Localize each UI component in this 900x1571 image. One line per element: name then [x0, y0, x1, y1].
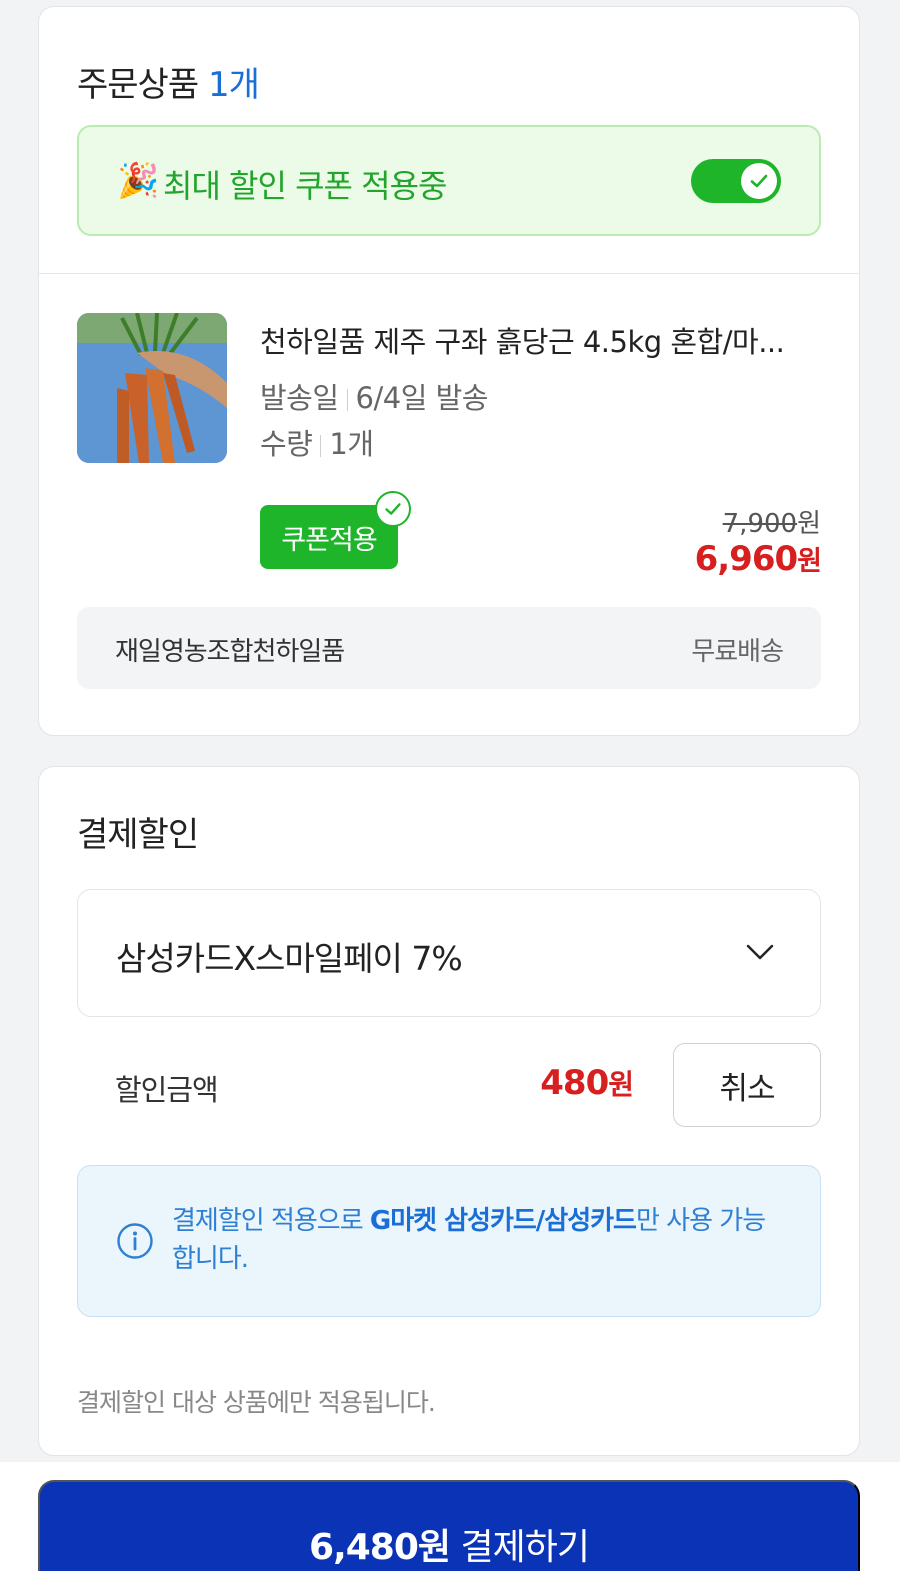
checkout-bar: 6,480원 결제하기	[0, 1462, 900, 1571]
card-restriction-notice: 결제할인 적용으로 G마켓 삼성카드/삼성카드만 사용 가능합니다.	[77, 1165, 821, 1317]
toggle-knob	[741, 163, 777, 199]
section-divider	[39, 273, 859, 274]
discount-footnote: 결제할인 대상 상품에만 적용됩니다.	[77, 1388, 436, 1417]
ship-date-row: 발송일 6/4일 발송	[260, 375, 488, 417]
discount-amount-row: 할인금액 480원 취소	[77, 1043, 821, 1127]
card-discount-select[interactable]: 삼성카드X스마일페이 7%	[77, 889, 821, 1017]
check-icon	[375, 491, 411, 527]
pay-button[interactable]: 6,480원 결제하기	[38, 1480, 860, 1571]
cancel-discount-button[interactable]: 취소	[673, 1043, 821, 1127]
notice-text-prefix: 결제할인 적용으로	[172, 1206, 370, 1236]
ship-date-label: 발송일	[260, 381, 339, 415]
party-popper-icon: 🎉	[117, 161, 160, 201]
original-price-value: 7,900	[722, 509, 798, 539]
quantity-value: 1개	[329, 427, 374, 461]
pay-amount: 6,480원	[309, 1527, 451, 1568]
discount-amount-unit: 원	[608, 1068, 634, 1101]
check-icon	[750, 174, 768, 188]
notice-text: 결제할인 적용으로 G마켓 삼성카드/삼성카드만 사용 가능합니다.	[172, 1202, 782, 1278]
order-section-title: 주문상품 1개	[77, 57, 260, 106]
shipping-fee: 무료배송	[691, 637, 784, 667]
product-name[interactable]: 천하일품 제주 구좌 흙당근 4.5kg 혼합/마...	[260, 319, 820, 361]
coupon-banner-text: 최대 할인 쿠폰 적용중	[163, 167, 447, 205]
payment-section-title: 결제할인	[77, 815, 199, 855]
max-coupon-banner: 🎉 최대 할인 쿠폰 적용중	[77, 125, 821, 236]
final-price-value: 6,960	[694, 539, 799, 579]
ship-date-value: 6/4일 발송	[355, 381, 489, 415]
discount-amount-value: 480	[540, 1063, 609, 1103]
original-price: 7,900원	[723, 503, 821, 540]
discount-amount: 480원	[540, 1063, 634, 1103]
notice-text-card: G마켓 삼성카드/삼성카드	[369, 1206, 637, 1236]
meta-separator	[346, 389, 348, 411]
pay-label: 결제하기	[450, 1527, 589, 1568]
chevron-down-icon	[746, 944, 774, 960]
seller-name: 재일영농조합천하일품	[115, 637, 345, 667]
coupon-toggle[interactable]	[691, 159, 781, 203]
final-price: 6,960원	[694, 539, 822, 579]
info-icon	[117, 1223, 153, 1259]
order-title-text: 주문상품	[77, 65, 199, 105]
final-price-unit: 원	[797, 546, 822, 577]
product-thumbnail[interactable]	[77, 313, 227, 463]
discount-amount-label: 할인금액	[115, 1073, 219, 1107]
order-item-count: 1개	[207, 65, 260, 105]
payment-discount-card: 결제할인 삼성카드X스마일페이 7% 할인금액 480원 취소 결제할인 적용으…	[38, 766, 860, 1456]
meta-separator	[320, 435, 322, 457]
order-items-card: 주문상품 1개 🎉 최대 할인 쿠폰 적용중 천하일품 제주 구좌 흙당근 4.…	[38, 6, 860, 736]
selected-card-discount: 삼성카드X스마일페이 7%	[116, 939, 463, 978]
quantity-row: 수량 1개	[260, 421, 374, 463]
seller-bar: 재일영농조합천하일품 무료배송	[77, 607, 821, 689]
original-price-unit: 원	[797, 509, 821, 539]
quantity-label: 수량	[260, 427, 313, 461]
